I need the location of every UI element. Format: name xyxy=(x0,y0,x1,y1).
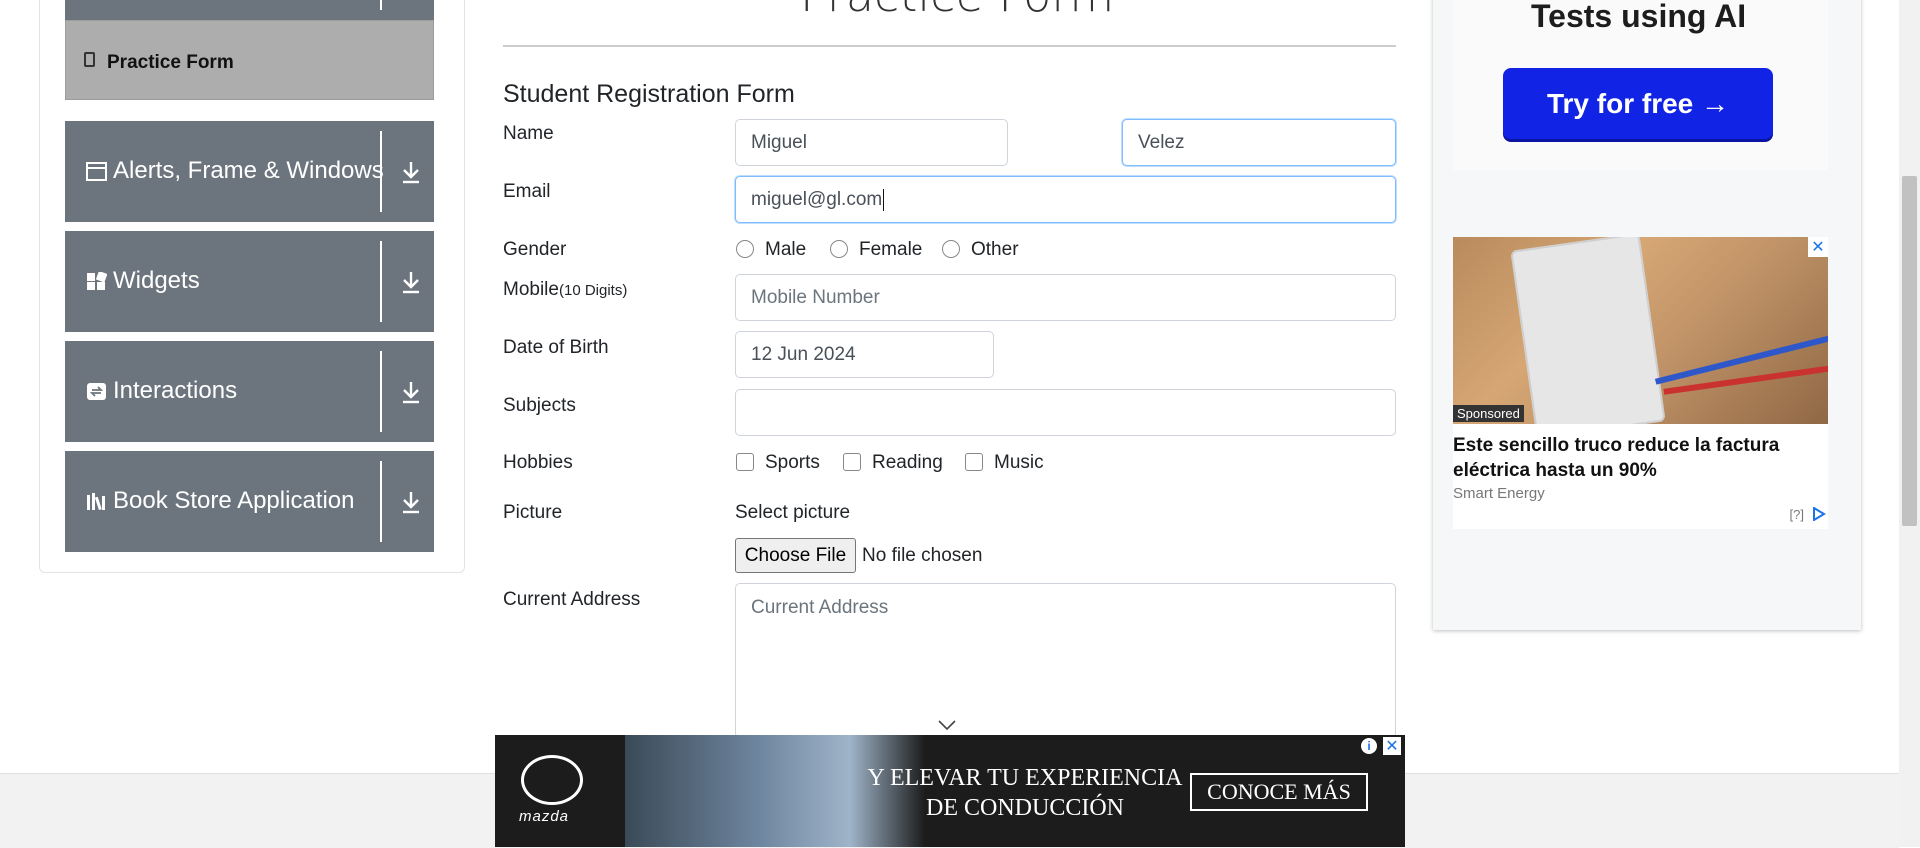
interactions-icon xyxy=(87,383,106,400)
gender-radio-female[interactable] xyxy=(830,240,848,258)
ad-heading: Tests using AI xyxy=(1531,0,1747,34)
book-store-icon xyxy=(87,493,105,511)
download-icon[interactable] xyxy=(400,489,422,515)
hobby-option-label[interactable]: Music xyxy=(994,452,1044,474)
gender-label: Gender xyxy=(503,239,567,260)
text-caret xyxy=(883,188,885,211)
ad-image[interactable]: Sponsored ✕ xyxy=(1453,237,1828,424)
conoce-mas-button[interactable]: CONOCE MÁS xyxy=(1190,773,1368,811)
ad-logo-text: mazda xyxy=(519,808,570,825)
sidebar-group-widgets[interactable]: Widgets xyxy=(65,231,434,332)
dob-label: Date of Birth xyxy=(503,337,609,358)
gender-radio-male[interactable] xyxy=(736,240,754,258)
email-input[interactable]: miguel@gl.com xyxy=(735,176,1396,223)
date-of-birth-input[interactable]: 12 Jun 2024 xyxy=(735,331,994,378)
hobby-checkbox-sports[interactable] xyxy=(736,453,754,471)
mobile-label-text: Mobile xyxy=(503,279,559,300)
last-name-input[interactable]: Velez xyxy=(1122,119,1396,166)
scrollbar-thumb[interactable] xyxy=(1902,176,1917,526)
right-ad-panel: Tests using AI Try for free → Sponsored … xyxy=(1433,0,1861,630)
bottom-banner-ad[interactable]: mazda Y ELEVAR TU EXPERIENCIA DE CONDUCC… xyxy=(495,735,1405,847)
sidebar-group-alerts[interactable]: Alerts, Frame & Windows xyxy=(65,121,434,222)
ad-text: Y ELEVAR TU EXPERIENCIA DE CONDUCCIÓN xyxy=(867,765,1183,821)
ad-brand: Smart Energy xyxy=(1453,485,1545,502)
hobby-option-label[interactable]: Reading xyxy=(872,452,943,474)
mazda-logo-icon xyxy=(521,755,583,805)
subjects-input[interactable] xyxy=(735,389,1396,436)
gender-option-label[interactable]: Male xyxy=(765,239,806,261)
mobile-hint: (10 Digits) xyxy=(558,282,628,299)
file-status-text: No file chosen xyxy=(862,545,983,566)
sidebar-group-label: Alerts, Frame & Windows xyxy=(113,157,384,184)
sponsored-badge: Sponsored xyxy=(1453,405,1524,422)
ad-headline[interactable]: Este sencillo truco reduce la factura el… xyxy=(1453,433,1823,483)
current-address-textarea[interactable]: Current Address xyxy=(735,583,1396,738)
close-icon[interactable]: ✕ xyxy=(1383,737,1401,755)
hobby-checkbox-reading[interactable] xyxy=(843,453,861,471)
email-value: miguel@gl.com xyxy=(751,188,883,210)
first-name-input[interactable]: Miguel xyxy=(735,119,1008,166)
close-icon[interactable]: ✕ xyxy=(1808,237,1828,257)
sidebar-item-practice-form[interactable]: Practice Form xyxy=(65,20,434,100)
select-picture-label: Select picture xyxy=(735,502,851,523)
hobby-option-label[interactable]: Sports xyxy=(765,452,820,474)
address-label: Current Address xyxy=(503,589,641,610)
choose-file-button[interactable]: Choose File xyxy=(735,538,856,573)
window-icon xyxy=(86,162,107,181)
sidebar-group-forms[interactable] xyxy=(65,0,434,20)
sponsored-card[interactable]: Sponsored ✕ Este sencillo truco reduce l… xyxy=(1453,237,1828,529)
ad-info-link[interactable]: [?] xyxy=(1790,507,1804,522)
sidebar-group-label: Interactions xyxy=(113,377,238,404)
gender-radio-other[interactable] xyxy=(942,240,960,258)
mobile-input[interactable]: Mobile Number xyxy=(735,274,1396,321)
gender-option-label[interactable]: Female xyxy=(859,239,922,261)
divider xyxy=(503,45,1396,47)
email-label: Email xyxy=(503,181,551,202)
download-icon[interactable] xyxy=(400,159,422,185)
try-for-free-button[interactable]: Try for free → xyxy=(1503,68,1773,139)
page-title: Practice Form xyxy=(800,0,1114,22)
sidebar-item-label: Practice Form xyxy=(107,52,234,73)
form-title: Student Registration Form xyxy=(503,80,795,108)
hobby-checkbox-music[interactable] xyxy=(965,453,983,471)
sidebar-group-label: Widgets xyxy=(113,267,200,294)
chevron-down-icon[interactable] xyxy=(938,720,956,731)
mobile-label: Mobile(10 Digits) xyxy=(503,279,627,301)
download-icon[interactable] xyxy=(400,269,422,295)
subjects-label: Subjects xyxy=(503,395,576,416)
hobbies-label: Hobbies xyxy=(503,452,573,473)
info-icon[interactable]: i xyxy=(1361,738,1377,754)
form-icon xyxy=(84,52,95,67)
sidebar-group-label: Book Store Application xyxy=(113,487,355,514)
download-icon[interactable] xyxy=(400,379,422,405)
sidebar-group-interactions[interactable]: Interactions xyxy=(65,341,434,442)
gender-option-label[interactable]: Other xyxy=(971,239,1019,261)
adchoices-icon[interactable] xyxy=(1812,507,1826,521)
sidebar-group-book-store[interactable]: Book Store Application xyxy=(65,451,434,552)
picture-label: Picture xyxy=(503,502,563,523)
name-label: Name xyxy=(503,123,554,144)
widgets-icon xyxy=(87,272,107,290)
